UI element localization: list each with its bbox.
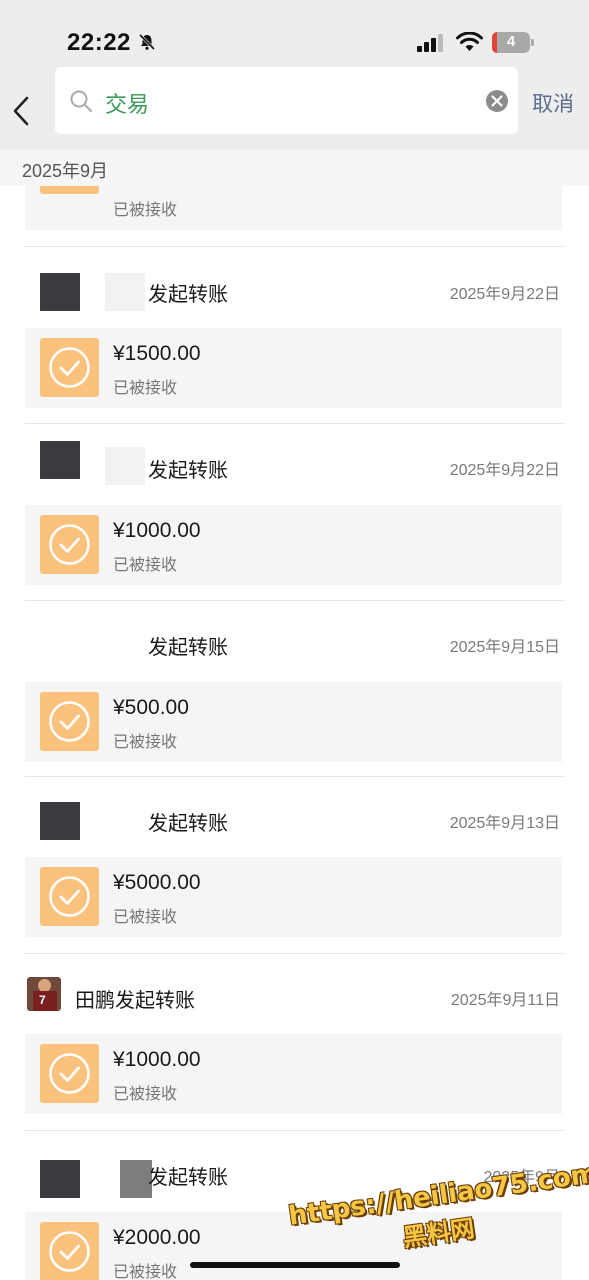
transfer-title: 发起转账: [148, 284, 228, 306]
transaction-list[interactable]: 已被接收 发起转账 2025年9月22日 ¥1500.00 已被接收 发起转账 …: [0, 186, 589, 1280]
sender-row: 发起转账: [25, 1154, 425, 1198]
cellular-signal-icon: [417, 34, 443, 52]
divider: [25, 423, 565, 424]
transfer-status: 已被接收: [113, 202, 178, 219]
cancel-button[interactable]: 取消: [532, 88, 574, 118]
search-icon: [70, 90, 92, 112]
transfer-card[interactable]: ¥500.00 已被接收: [25, 682, 562, 762]
transfer-title: 发起转账: [148, 460, 228, 482]
transfer-card[interactable]: ¥1500.00 已被接收: [25, 328, 562, 408]
sender-row: 发起转账: [25, 271, 425, 311]
sender-row: 发起转账: [25, 624, 425, 664]
transfer-card[interactable]: ¥1000.00 已被接收: [25, 1034, 562, 1114]
divider: [25, 246, 565, 247]
transfer-received-icon: [40, 692, 99, 751]
transfer-amount: ¥1000.00: [113, 1048, 201, 1071]
status-bar: 22:22 4: [0, 0, 589, 64]
sender-row: 7 田鹏 发起转账: [25, 977, 425, 1017]
divider: [25, 953, 565, 954]
home-indicator[interactable]: [190, 1262, 400, 1268]
transfer-title: 发起转账: [148, 813, 228, 835]
transfer-status: 已被接收: [113, 380, 178, 397]
bell-muted-icon: [138, 33, 156, 51]
transfer-amount: ¥1500.00: [113, 342, 201, 365]
battery-indicator: 4: [492, 32, 534, 53]
top-header: 22:22 4 交易 取消: [0, 0, 589, 150]
transfer-amount: ¥500.00: [113, 696, 189, 719]
transfer-title: 发起转账: [115, 990, 195, 1012]
transfer-status: 已被接收: [113, 734, 178, 751]
transfer-received-icon: [40, 1044, 99, 1103]
transfer-received-icon: [40, 186, 99, 194]
transfer-title: 发起转账: [148, 1167, 228, 1189]
back-chevron-icon[interactable]: [8, 92, 36, 130]
clear-search-icon[interactable]: [485, 89, 509, 113]
transfer-status: 已被接收: [113, 1264, 178, 1280]
avatar-redacted: [40, 273, 80, 311]
sender-name: 田鹏: [75, 990, 115, 1012]
divider: [25, 1130, 565, 1131]
month-header: 2025年9月: [0, 150, 589, 186]
transfer-date: 2025年9月22日: [449, 286, 560, 303]
month-label: 2025年9月: [22, 161, 109, 181]
battery-level: 4: [506, 33, 516, 50]
transfer-date: 2025年9月15日: [449, 639, 560, 656]
transfer-status: 已被接收: [113, 1086, 178, 1103]
transfer-status: 已被接收: [113, 909, 178, 926]
transfer-received-icon: [40, 867, 99, 926]
avatar-redacted: [40, 1160, 80, 1198]
transfer-amount: ¥1000.00: [113, 519, 201, 542]
transfer-received-icon: [40, 338, 99, 397]
avatar-redacted: [40, 441, 80, 479]
avatar: 7: [27, 977, 61, 1011]
wifi-icon: [456, 32, 483, 51]
sender-row: 发起转账: [25, 800, 425, 844]
transfer-date: 2025年9月13日: [449, 815, 560, 832]
transfer-card[interactable]: ¥1000.00 已被接收: [25, 505, 562, 585]
search-bar[interactable]: 交易: [55, 67, 518, 134]
avatar-redacted: [40, 802, 80, 840]
transfer-amount: ¥5000.00: [113, 871, 201, 894]
search-input[interactable]: 交易: [105, 87, 149, 119]
transfer-received-icon: [40, 515, 99, 574]
transfer-date: 2025年9月11日: [450, 992, 560, 1009]
transfer-date: 2025年9月22日: [449, 462, 560, 479]
transfer-card[interactable]: ¥5000.00 已被接收: [25, 857, 562, 937]
transfer-status: 已被接收: [113, 557, 178, 574]
transfer-amount: ¥2000.00: [113, 1226, 201, 1249]
transfer-received-icon: [40, 1222, 99, 1280]
sender-row: 发起转账: [25, 441, 425, 487]
transfer-card[interactable]: 已被接收: [25, 186, 562, 230]
divider: [25, 776, 565, 777]
status-time: 22:22: [67, 29, 131, 56]
divider: [25, 600, 565, 601]
transfer-title: 发起转账: [148, 637, 228, 659]
